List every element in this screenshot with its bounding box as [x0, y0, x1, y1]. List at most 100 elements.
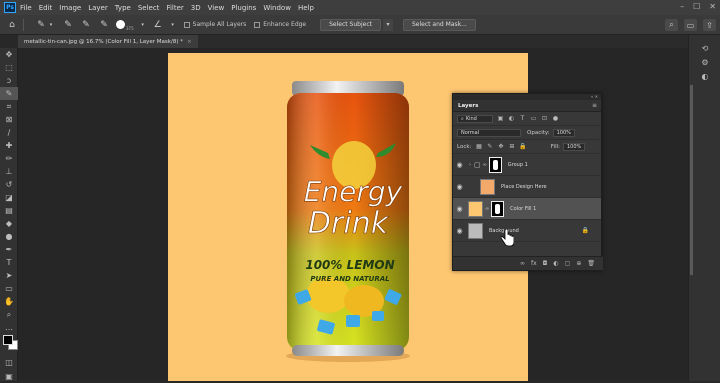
smart-object-thumbnail[interactable]	[480, 178, 495, 195]
delete-layer-icon[interactable]: 🗑	[587, 260, 595, 267]
chevron-down-icon[interactable]: ▾	[170, 19, 176, 31]
properties-icon[interactable]: ⚙	[689, 55, 720, 69]
menu-filter[interactable]: Filter	[166, 4, 183, 12]
lock-pixels-icon[interactable]: ▦	[475, 143, 482, 150]
filter-kind-select[interactable]: ⌕ Kind	[457, 114, 493, 123]
marquee-tool-icon[interactable]: ⬚	[0, 61, 18, 74]
minimize-icon[interactable]: –	[680, 2, 684, 11]
crop-tool-icon[interactable]: ⌗	[0, 100, 18, 113]
group-mask-thumbnail[interactable]	[488, 156, 502, 173]
dodge-tool-icon[interactable]: ●	[0, 230, 18, 243]
workspace-icon[interactable]: ▭	[684, 19, 697, 31]
blend-mode-select[interactable]: Normal	[457, 128, 521, 137]
history-brush-tool-icon[interactable]: ↺	[0, 178, 18, 191]
lock-all-icon[interactable]: 🔒	[519, 143, 526, 150]
more-tools-icon[interactable]: …	[0, 321, 18, 334]
group-expand-icon[interactable]: ›	[469, 162, 471, 168]
visibility-eye-icon[interactable]: ◉	[453, 183, 466, 191]
brush-preview-icon[interactable]	[116, 20, 125, 29]
pixel-filter-icon[interactable]: ▣	[497, 115, 504, 122]
adjustment-filter-icon[interactable]: ◐	[508, 115, 515, 122]
menu-select[interactable]: Select	[138, 4, 160, 12]
healing-brush-tool-icon[interactable]: ✚	[0, 139, 18, 152]
angle-icon[interactable]: ∠	[152, 19, 164, 31]
frame-tool-icon[interactable]: ⊠	[0, 113, 18, 126]
zoom-tool-icon[interactable]: ⌕	[0, 308, 18, 321]
lock-position-icon[interactable]: ✥	[497, 143, 504, 150]
new-layer-icon[interactable]: ⊕	[576, 260, 581, 267]
menu-3d[interactable]: 3D	[191, 4, 201, 12]
close-icon[interactable]: ×	[187, 39, 192, 45]
background-thumbnail[interactable]	[468, 222, 483, 239]
menu-image[interactable]: Image	[59, 4, 81, 12]
menu-plugins[interactable]: Plugins	[231, 4, 256, 12]
enhance-edge-checkbox[interactable]	[254, 21, 261, 28]
quick-selection-tool-icon[interactable]: ✎	[35, 19, 47, 31]
fill-input[interactable]: 100%	[563, 142, 585, 151]
brush-tool-icon[interactable]: ✏	[0, 152, 18, 165]
gradient-tool-icon[interactable]: ▤	[0, 204, 18, 217]
chevron-down-icon[interactable]: ▾	[140, 19, 146, 31]
adjustment-layer-icon[interactable]: ◐	[553, 260, 558, 267]
adjustments-icon[interactable]: ◐	[689, 69, 720, 83]
lock-artboard-icon[interactable]: ⊞	[508, 143, 515, 150]
screen-mode-icon[interactable]: ▣	[0, 370, 18, 383]
chevron-down-icon[interactable]: ▾	[48, 19, 54, 31]
lock-image-icon[interactable]: ✎	[486, 143, 493, 150]
shape-filter-icon[interactable]: ▭	[530, 115, 537, 122]
search-icon[interactable]: ⌕	[665, 19, 678, 31]
history-icon[interactable]: ⟲	[689, 41, 720, 55]
clone-stamp-tool-icon[interactable]: ⊥	[0, 165, 18, 178]
color-fill-thumbnail[interactable]	[468, 200, 483, 217]
menu-edit[interactable]: Edit	[39, 4, 53, 12]
select-and-mask-button[interactable]: Select and Mask...	[402, 18, 476, 31]
menu-view[interactable]: View	[208, 4, 225, 12]
new-group-icon[interactable]: ▢	[565, 260, 571, 267]
menu-window[interactable]: Window	[263, 4, 291, 12]
path-selection-tool-icon[interactable]: ➤	[0, 269, 18, 282]
menu-layer[interactable]: Layer	[88, 4, 108, 12]
add-mask-icon[interactable]: ◘	[543, 260, 548, 267]
blur-tool-icon[interactable]: ◆	[0, 217, 18, 230]
layers-tab[interactable]: Layers	[453, 103, 483, 109]
menu-help[interactable]: Help	[298, 4, 314, 12]
visibility-eye-icon[interactable]: ◉	[453, 161, 466, 169]
menu-file[interactable]: File	[20, 4, 32, 12]
hand-tool-icon[interactable]: ✋	[0, 295, 18, 308]
quick-selection-tool-icon[interactable]: ✎	[0, 87, 18, 100]
layer-row-background[interactable]: ◉ Background 🔒	[453, 220, 601, 242]
type-filter-icon[interactable]: T	[519, 115, 526, 122]
maximize-icon[interactable]: ☐	[693, 2, 700, 11]
opacity-input[interactable]: 100%	[552, 128, 575, 137]
quick-mask-icon[interactable]: ◫	[0, 356, 18, 369]
smart-object-filter-icon[interactable]: ⊡	[541, 115, 548, 122]
filter-toggle-icon[interactable]: ●	[552, 115, 559, 122]
select-subject-button[interactable]: Select Subject	[320, 18, 381, 31]
type-tool-icon[interactable]: T	[0, 256, 18, 269]
chevron-down-icon[interactable]: ▾	[382, 18, 393, 31]
new-selection-icon[interactable]: ✎	[62, 19, 74, 31]
document-tab[interactable]: metallic-tin-can.jpg @ 16.7% (Color Fill…	[18, 35, 198, 48]
add-to-selection-icon[interactable]: ✎	[80, 19, 92, 31]
move-tool-icon[interactable]: ✥	[0, 48, 18, 61]
link-layers-icon[interactable]: ∞	[520, 260, 525, 267]
home-icon[interactable]: ⌂	[6, 19, 18, 31]
visibility-eye-icon[interactable]: ◉	[453, 205, 466, 213]
close-icon[interactable]: ✕	[709, 2, 716, 11]
layer-row-design[interactable]: ◉ Place Design Here	[453, 176, 601, 198]
foreground-color-swatch[interactable]	[3, 335, 13, 345]
fx-icon[interactable]: fx	[531, 260, 537, 267]
eyedropper-tool-icon[interactable]: ∕	[0, 126, 18, 139]
layer-row-group[interactable]: ◉ › ▢ ∞ Group 1	[453, 154, 601, 176]
pen-tool-icon[interactable]: ✒	[0, 243, 18, 256]
vertical-scrollbar[interactable]	[690, 85, 693, 275]
lasso-tool-icon[interactable]: ↄ	[0, 74, 18, 87]
visibility-eye-icon[interactable]: ◉	[453, 227, 466, 235]
layer-mask-thumbnail[interactable]	[491, 200, 505, 217]
subtract-from-selection-icon[interactable]: ✎	[98, 19, 110, 31]
eraser-tool-icon[interactable]: ◪	[0, 191, 18, 204]
rectangle-tool-icon[interactable]: ▭	[0, 282, 18, 295]
panel-menu-icon[interactable]: ≡	[592, 102, 597, 109]
layer-row-color-fill[interactable]: ◉ ∞ Color Fill 1	[453, 198, 601, 220]
share-icon[interactable]: ⇪	[703, 19, 716, 31]
